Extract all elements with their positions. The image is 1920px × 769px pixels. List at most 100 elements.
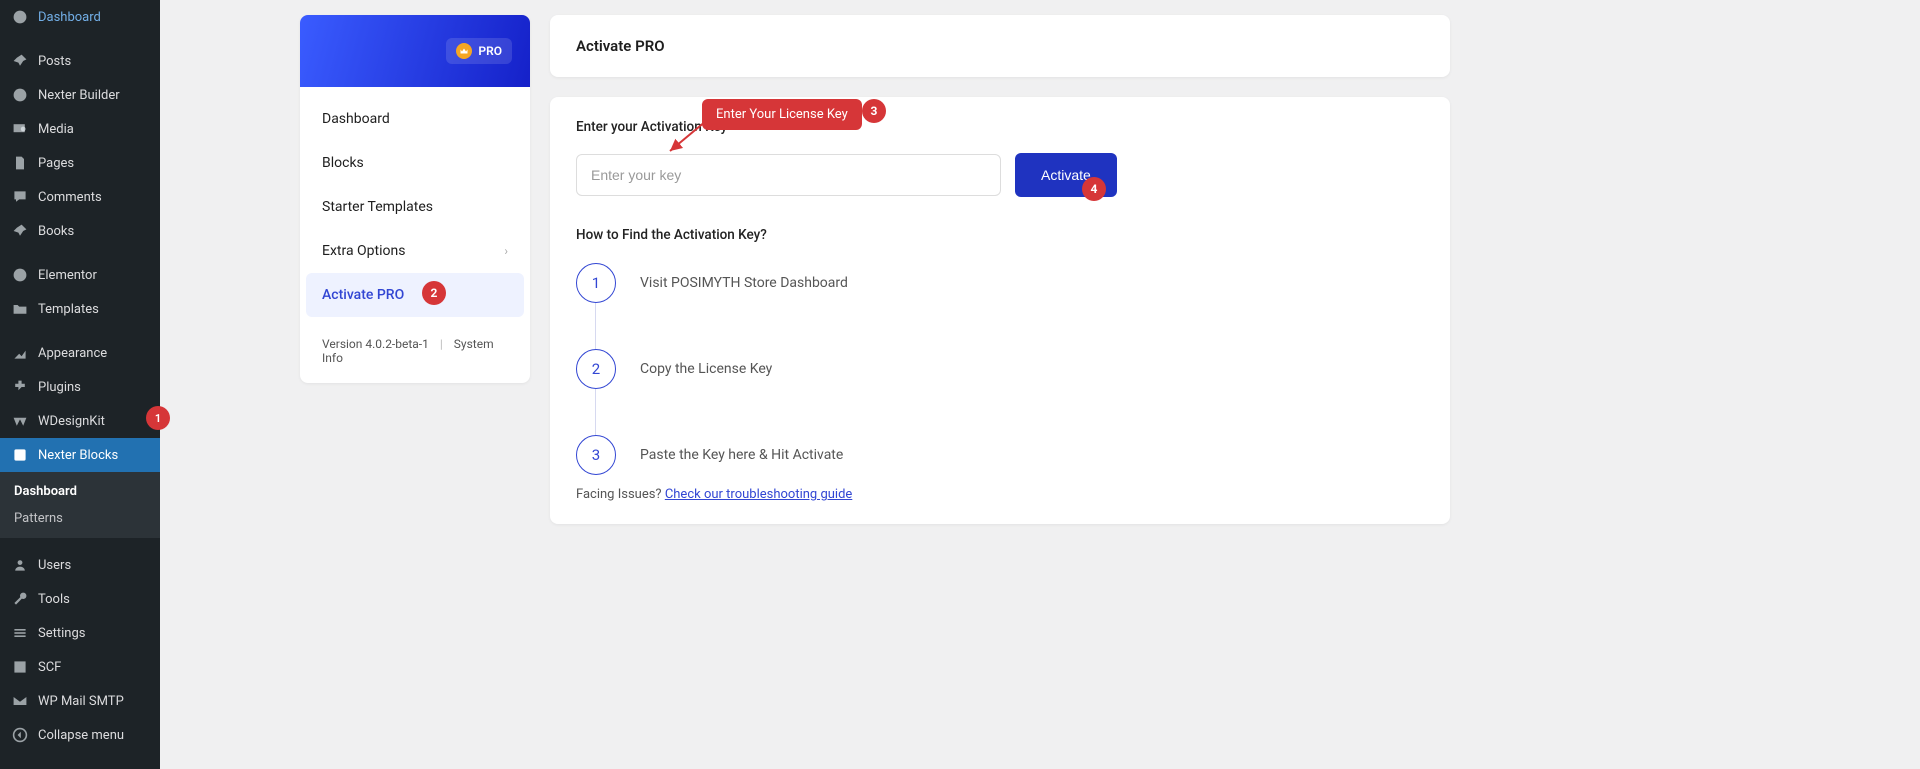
- annotation-badge-2: 2: [422, 281, 446, 305]
- step-2: 2 Copy the License Key: [576, 349, 1424, 389]
- issues-text: Facing Issues?: [576, 487, 665, 502]
- content-column: Activate PRO Enter your Activation Key A…: [550, 0, 1450, 769]
- input-row: Activate: [576, 153, 1424, 197]
- step-number: 2: [576, 349, 616, 389]
- menu-pages[interactable]: Pages: [0, 146, 160, 180]
- submenu-nexter-blocks: Dashboard Patterns: [0, 472, 160, 538]
- step-text: Paste the Key here & Hit Activate: [640, 447, 843, 463]
- menu-collapse[interactable]: Collapse menu: [0, 718, 160, 752]
- step-number: 1: [576, 263, 616, 303]
- nav-label: Dashboard: [322, 111, 390, 127]
- menu-settings[interactable]: Settings: [0, 616, 160, 650]
- menu-wp-mail[interactable]: WP Mail SMTP: [0, 684, 160, 718]
- menu-label: Templates: [38, 302, 99, 317]
- step-text: Visit POSIMYTH Store Dashboard: [640, 275, 848, 291]
- nav-label: Starter Templates: [322, 199, 433, 215]
- comments-icon: [10, 187, 30, 207]
- troubleshoot-link[interactable]: Check our troubleshooting guide: [665, 487, 852, 502]
- menu-dashboard[interactable]: Dashboard: [0, 0, 160, 34]
- menu-label: Books: [38, 224, 74, 239]
- nav-label: Blocks: [322, 155, 364, 171]
- annotation-badge-4: 4: [1082, 177, 1106, 201]
- version-text: Version 4.0.2-beta-1: [322, 337, 429, 351]
- menu-label: Media: [38, 122, 74, 137]
- menu-nexter-builder[interactable]: Nexter Builder: [0, 78, 160, 112]
- menu-label: Appearance: [38, 346, 107, 361]
- menu-books[interactable]: Books: [0, 214, 160, 248]
- menu-plugins[interactable]: Plugins: [0, 370, 160, 404]
- nav-label: Activate PRO: [322, 287, 404, 303]
- elementor-icon: [10, 265, 30, 285]
- mail-icon: [10, 691, 30, 711]
- nav-activate-pro[interactable]: Activate PRO 2: [306, 273, 524, 317]
- menu-label: Plugins: [38, 380, 81, 395]
- plugin-panel-sidebar: PRO Dashboard Blocks Starter Templates E…: [300, 15, 530, 383]
- nexter-icon: [10, 85, 30, 105]
- nav-extra-options[interactable]: Extra Options ›: [300, 229, 530, 273]
- nav-dashboard[interactable]: Dashboard: [300, 97, 530, 141]
- menu-templates[interactable]: Templates: [0, 292, 160, 326]
- menu-label: Elementor: [38, 268, 97, 283]
- submenu-dashboard[interactable]: Dashboard: [0, 478, 160, 505]
- chevron-right-icon: ›: [504, 244, 508, 258]
- menu-media[interactable]: Media: [0, 112, 160, 146]
- menu-label: Settings: [38, 626, 85, 641]
- menu-label: WP Mail SMTP: [38, 694, 124, 709]
- menu-label: Comments: [38, 190, 102, 205]
- appearance-icon: [10, 343, 30, 363]
- step-1: 1 Visit POSIMYTH Store Dashboard: [576, 263, 1424, 303]
- menu-tools[interactable]: Tools: [0, 582, 160, 616]
- wp-admin-sidebar: Dashboard Posts Nexter Builder Media Pag…: [0, 0, 160, 769]
- scf-icon: [10, 657, 30, 677]
- nav-blocks[interactable]: Blocks: [300, 141, 530, 185]
- annotation-badge-3: 3: [862, 99, 886, 123]
- menu-wdesignkit[interactable]: WDesignKit 1: [0, 404, 160, 438]
- menu-users[interactable]: Users: [0, 548, 160, 582]
- panel-footer: Version 4.0.2-beta-1 | System Info: [300, 327, 530, 383]
- tools-icon: [10, 589, 30, 609]
- annotation-label-3: Enter Your License Key: [702, 99, 862, 130]
- steps-list: 1 Visit POSIMYTH Store Dashboard 2 Copy …: [576, 263, 1424, 475]
- pro-badge[interactable]: PRO: [446, 38, 512, 64]
- menu-label: Nexter Builder: [38, 88, 120, 103]
- menu-label: Posts: [38, 54, 71, 69]
- collapse-icon: [10, 725, 30, 745]
- menu-label: WDesignKit: [38, 414, 105, 429]
- menu-comments[interactable]: Comments: [0, 180, 160, 214]
- menu-label: SCF: [38, 660, 61, 675]
- panel-nav: Dashboard Blocks Starter Templates Extra…: [300, 87, 530, 327]
- menu-elementor[interactable]: Elementor: [0, 258, 160, 292]
- annotation-badge-1: 1: [146, 406, 170, 430]
- step-number: 3: [576, 435, 616, 475]
- title-card: Activate PRO: [550, 15, 1450, 77]
- plugins-icon: [10, 377, 30, 397]
- menu-posts[interactable]: Posts: [0, 44, 160, 78]
- folder-icon: [10, 299, 30, 319]
- howto-title: How to Find the Activation Key?: [576, 227, 1424, 243]
- nav-starter-templates[interactable]: Starter Templates: [300, 185, 530, 229]
- dashboard-icon: [10, 7, 30, 27]
- menu-label: Tools: [38, 592, 70, 607]
- menu-label: Collapse menu: [38, 728, 124, 743]
- step-3: 3 Paste the Key here & Hit Activate: [576, 435, 1424, 475]
- pages-icon: [10, 153, 30, 173]
- crown-icon: [456, 43, 472, 59]
- submenu-patterns[interactable]: Patterns: [0, 505, 160, 532]
- menu-label: Nexter Blocks: [38, 448, 118, 463]
- panel-header: PRO: [300, 15, 530, 87]
- activation-card: Enter your Activation Key Activate Enter…: [550, 97, 1450, 524]
- wdesignkit-icon: [10, 411, 30, 431]
- main-content: PRO Dashboard Blocks Starter Templates E…: [160, 0, 1920, 769]
- pro-badge-label: PRO: [478, 44, 502, 58]
- menu-scf[interactable]: SCF: [0, 650, 160, 684]
- nav-label: Extra Options: [322, 243, 405, 259]
- troubleshoot-note: Facing Issues? Check our troubleshooting…: [576, 487, 1424, 502]
- step-text: Copy the License Key: [640, 361, 772, 377]
- menu-nexter-blocks[interactable]: Nexter Blocks: [0, 438, 160, 472]
- license-key-input[interactable]: [576, 154, 1001, 196]
- pin-icon: [10, 221, 30, 241]
- nexter-blocks-icon: [10, 445, 30, 465]
- settings-icon: [10, 623, 30, 643]
- menu-appearance[interactable]: Appearance: [0, 336, 160, 370]
- page-title: Activate PRO: [576, 37, 1424, 55]
